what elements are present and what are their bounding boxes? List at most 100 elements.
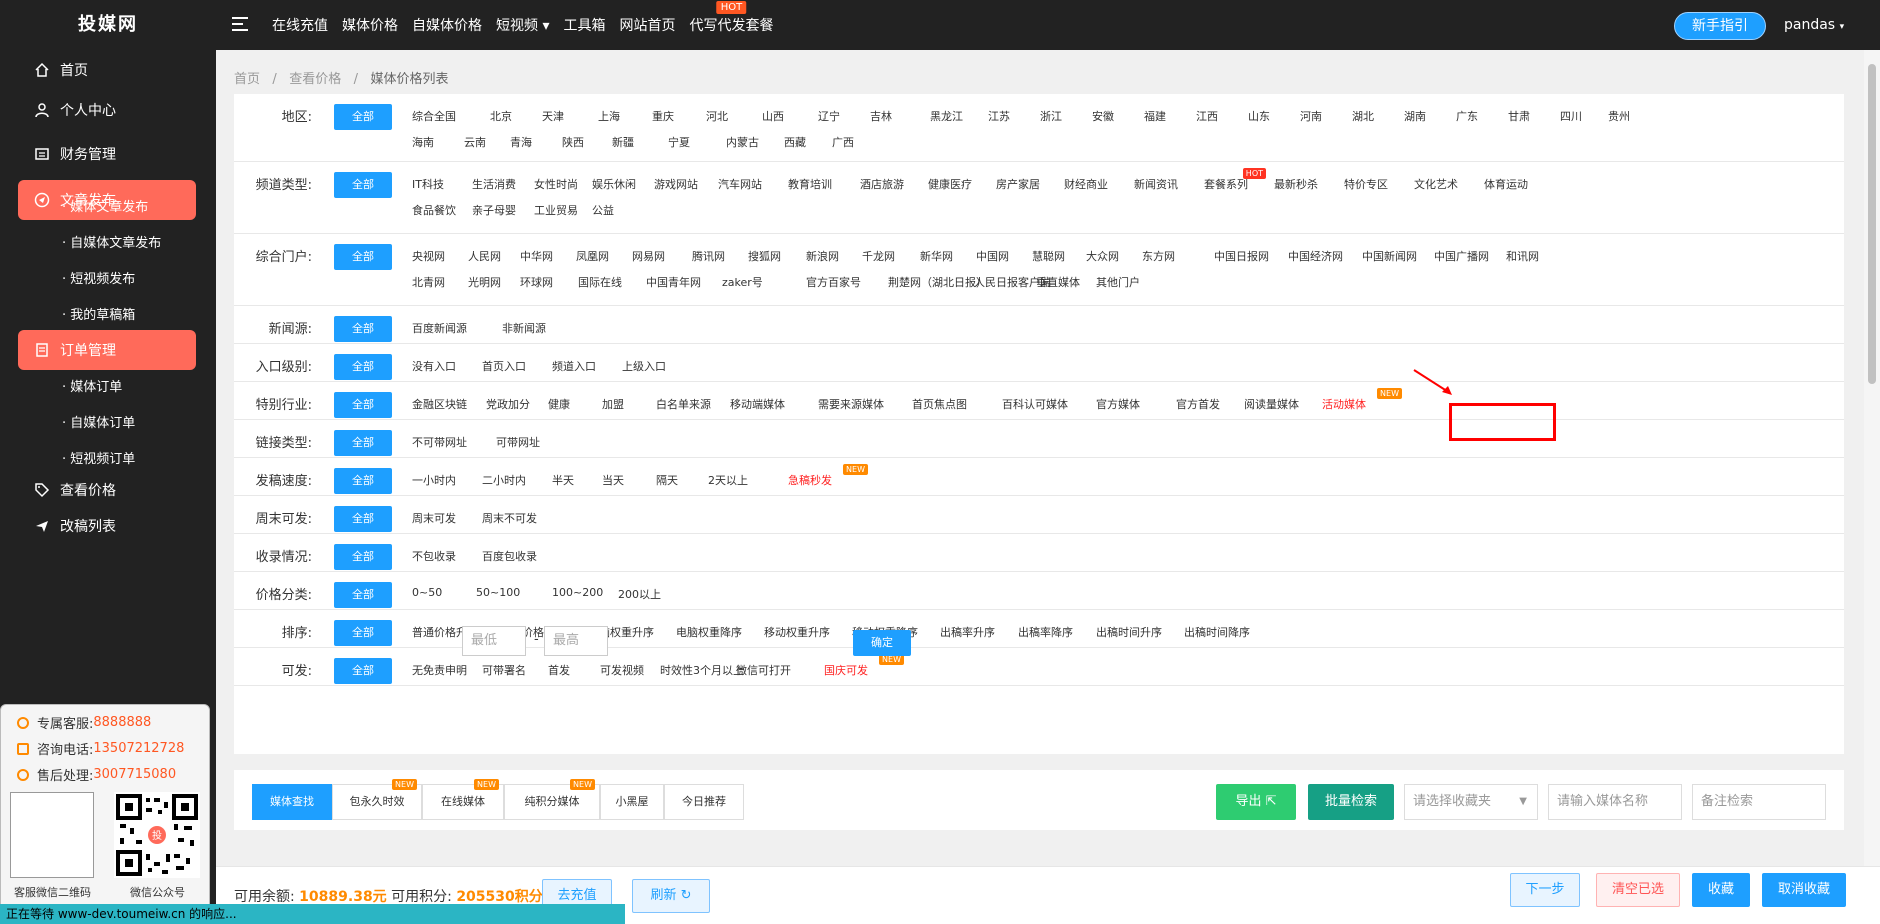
filter-option[interactable]: 娱乐休闲 bbox=[592, 176, 636, 192]
batch-search-button[interactable]: 批量检索 bbox=[1308, 784, 1394, 820]
filter-all-button[interactable]: 全部 bbox=[334, 430, 392, 456]
filter-option[interactable]: IT科技 bbox=[412, 176, 444, 192]
filter-option[interactable]: 二小时内 bbox=[482, 472, 526, 488]
filter-option[interactable]: 北京 bbox=[490, 108, 512, 124]
nav-short-video[interactable]: 短视频 ▾ bbox=[496, 15, 549, 35]
menu-toggle-icon[interactable] bbox=[232, 13, 248, 37]
logo[interactable]: 投媒网 bbox=[0, 0, 216, 50]
filter-option[interactable]: 甘肃 bbox=[1508, 108, 1530, 124]
filter-option[interactable]: 出稿率升序 bbox=[940, 624, 995, 640]
filter-option[interactable]: 天津 bbox=[542, 108, 564, 124]
filter-option[interactable]: 白名单来源 bbox=[656, 396, 711, 412]
filter-option[interactable]: 首页入口 bbox=[482, 358, 526, 374]
filter-all-button[interactable]: 全部 bbox=[334, 244, 392, 270]
filter-option[interactable]: 中国网 bbox=[976, 248, 1009, 264]
filter-all-button[interactable]: 全部 bbox=[334, 172, 392, 198]
uncollect-button[interactable]: 取消收藏 bbox=[1762, 873, 1846, 907]
filter-option[interactable]: 青海 bbox=[510, 134, 532, 150]
price-confirm-button[interactable]: 确定 bbox=[853, 630, 911, 656]
filter-option[interactable]: 中国日报网 bbox=[1214, 248, 1269, 264]
filter-option[interactable]: 首页焦点图 bbox=[912, 396, 967, 412]
filter-option[interactable]: 上海 bbox=[598, 108, 620, 124]
filter-option[interactable]: 荆楚网（湖北日报） bbox=[888, 274, 987, 290]
sidebar-item-revisions[interactable]: 改稿列表 bbox=[18, 506, 196, 546]
filter-option[interactable]: 不包收录 bbox=[412, 548, 456, 564]
filter-option[interactable]: 房产家居 bbox=[996, 176, 1040, 192]
filter-option[interactable]: 微信可打开 bbox=[736, 662, 791, 678]
breadcrumb-prices[interactable]: 查看价格 bbox=[289, 72, 341, 87]
filter-option[interactable]: 腾讯网 bbox=[692, 248, 725, 264]
filter-option[interactable]: 可带网址 bbox=[496, 434, 540, 450]
filter-option[interactable]: 文化艺术 bbox=[1414, 176, 1458, 192]
sidebar-sub-video-publish[interactable]: · 短视频发布 bbox=[62, 268, 135, 287]
filter-option[interactable]: 出稿时间升序 bbox=[1096, 624, 1162, 640]
filter-option[interactable]: 千龙网 bbox=[862, 248, 895, 264]
filter-option[interactable]: 国际在线 bbox=[578, 274, 622, 290]
filter-all-button[interactable]: 全部 bbox=[334, 392, 392, 418]
filter-option[interactable]: 健康 bbox=[548, 396, 570, 412]
filter-option[interactable]: 官方媒体 bbox=[1096, 396, 1140, 412]
next-step-button[interactable]: 下一步 bbox=[1510, 873, 1580, 907]
sidebar-sub-media-publish[interactable]: · 媒体文章发布 bbox=[62, 196, 148, 215]
filter-all-button[interactable]: 全部 bbox=[334, 658, 392, 684]
filter-option[interactable]: 湖南 bbox=[1404, 108, 1426, 124]
filter-option[interactable]: 100~200 bbox=[552, 586, 603, 599]
tab-permanent[interactable]: 包永久时效 NEW bbox=[332, 779, 422, 820]
filter-option[interactable]: 和讯网 bbox=[1506, 248, 1539, 264]
tab-online-media[interactable]: 在线媒体 NEW bbox=[422, 779, 504, 820]
filter-option[interactable]: 其他门户 bbox=[1096, 274, 1140, 290]
tab-blacklist[interactable]: 小黑屋 bbox=[600, 784, 664, 820]
filter-option[interactable]: 河北 bbox=[706, 108, 728, 124]
filter-all-button[interactable]: 全部 bbox=[334, 620, 392, 646]
filter-option[interactable]: 官方百家号 bbox=[806, 274, 861, 290]
sidebar-sub-drafts[interactable]: · 我的草稿箱 bbox=[62, 304, 135, 323]
filter-option[interactable]: 出稿率降序 bbox=[1018, 624, 1073, 640]
filter-option[interactable]: 出稿时间降序 bbox=[1184, 624, 1250, 640]
filter-option[interactable]: 移动端媒体 bbox=[730, 396, 785, 412]
filter-option[interactable]: 中华网 bbox=[520, 248, 553, 264]
filter-option[interactable]: 浙江 bbox=[1040, 108, 1062, 124]
filter-option[interactable]: 酒店旅游 bbox=[860, 176, 904, 192]
filter-option[interactable]: 央视网 bbox=[412, 248, 445, 264]
filter-all-button[interactable]: 全部 bbox=[334, 468, 392, 494]
filter-all-button[interactable]: 全部 bbox=[334, 316, 392, 342]
clear-selected-button[interactable]: 清空已选 bbox=[1596, 873, 1680, 907]
filter-option[interactable]: 百度包收录 bbox=[482, 548, 537, 564]
tab-today-recommend[interactable]: 今日推荐 bbox=[664, 784, 744, 820]
filter-option[interactable]: 不可带网址 bbox=[412, 434, 467, 450]
filter-option[interactable]: 内蒙古 bbox=[726, 134, 759, 150]
filter-option[interactable]: 教育培训 bbox=[788, 176, 832, 192]
filter-option[interactable]: 凤凰网 bbox=[576, 248, 609, 264]
filter-option[interactable]: 食品餐饮 bbox=[412, 202, 456, 218]
sidebar-item-finance[interactable]: 财务管理 bbox=[18, 134, 196, 174]
filter-option[interactable]: 人民网 bbox=[468, 248, 501, 264]
breadcrumb-home[interactable]: 首页 bbox=[234, 72, 260, 87]
filter-option[interactable]: 0~50 bbox=[412, 586, 442, 599]
filter-option[interactable]: 首发 bbox=[548, 662, 570, 678]
filter-option[interactable]: 宁夏 bbox=[668, 134, 690, 150]
collect-button[interactable]: 收藏 bbox=[1692, 873, 1750, 907]
filter-option[interactable]: 广东 bbox=[1456, 108, 1478, 124]
sidebar-sub-selfmedia-orders[interactable]: · 自媒体订单 bbox=[62, 412, 135, 431]
filter-option[interactable]: 频道入口 bbox=[552, 358, 596, 374]
filter-option[interactable]: 健康医疗 bbox=[928, 176, 972, 192]
filter-option[interactable]: 阅读量媒体 bbox=[1244, 396, 1299, 412]
filter-option[interactable]: 党政加分 bbox=[486, 396, 530, 412]
collection-select[interactable]: 请选择收藏夹 ▼ bbox=[1404, 784, 1538, 820]
filter-option[interactable]: 新疆 bbox=[612, 134, 634, 150]
filter-option[interactable]: 公益 bbox=[592, 202, 614, 218]
filter-option[interactable]: 时效性3个月以上 bbox=[660, 662, 744, 678]
filter-option[interactable]: 当天 bbox=[602, 472, 624, 488]
sidebar-item-prices[interactable]: 查看价格 bbox=[18, 470, 196, 510]
export-button[interactable]: 导出 ⇱ bbox=[1216, 784, 1296, 820]
filter-option[interactable]: 贵州 bbox=[1608, 108, 1630, 124]
filter-option[interactable]: 中国新闻网 bbox=[1362, 248, 1417, 264]
refresh-button[interactable]: 刷新 ↻ bbox=[632, 879, 710, 913]
scrollbar-thumb[interactable] bbox=[1868, 64, 1876, 384]
price-max-input[interactable]: 最高 bbox=[544, 626, 608, 656]
filter-option[interactable]: 四川 bbox=[1560, 108, 1582, 124]
filter-option[interactable]: 可带署名 bbox=[482, 662, 526, 678]
filter-all-button[interactable]: 全部 bbox=[334, 582, 392, 608]
filter-option[interactable]: 特价专区 bbox=[1344, 176, 1388, 192]
filter-option[interactable]: 重庆 bbox=[652, 108, 674, 124]
